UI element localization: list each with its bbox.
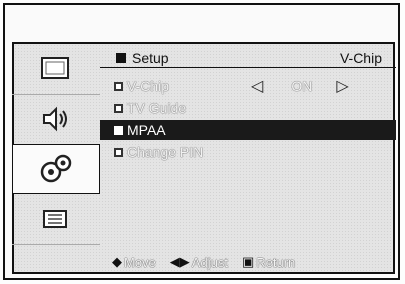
header-marker [116,53,126,63]
menu-item-label: MPAA [127,122,166,138]
menu-item-tv-guide[interactable]: TV Guide [100,98,396,118]
arrow-right-icon[interactable]: ▷ [336,76,348,96]
bullet-icon [114,81,123,91]
footer-move-label: Move [124,254,156,270]
menu-item-label: V-Chip [127,78,170,94]
return-icon: ▣ [241,254,255,269]
footer-adjust: ◀▶ Adjust [170,254,228,270]
tab-setup[interactable] [12,144,100,194]
bullet-icon [114,125,123,135]
menu-header: Setup V-Chip [100,48,396,68]
tab-input[interactable] [12,194,100,245]
arrow-left-icon[interactable]: ◁ [251,76,263,96]
sound-icon [43,106,67,132]
menu-item-change-pin[interactable]: Change PIN [100,142,396,162]
picture-icon [41,57,69,79]
menu-tabs [12,44,100,252]
footer-move: ◆ Move [112,254,156,270]
menu-item-label: Change PIN [127,144,204,160]
setup-icon [40,154,72,183]
footer-adjust-label: Adjust [191,254,228,270]
input-icon [43,210,67,228]
tab-sound[interactable] [12,94,100,145]
bullet-icon [114,147,123,157]
vchip-value: ON [291,78,313,94]
footer-help: ◆ Move ◀▶ Adjust ▣ Return [100,252,396,272]
tab-picture[interactable] [12,44,100,95]
menu-item-mpaa[interactable]: MPAA [100,120,396,140]
updown-icon: ◆ [112,254,122,269]
header-divider [100,67,396,68]
menu-item-vchip[interactable]: V-Chip ◁ ON ▷ [100,76,396,96]
bullet-icon [114,103,123,113]
leftright-icon: ◀▶ [169,254,190,269]
top-band [5,5,398,42]
current-item: V-Chip [339,50,382,66]
footer-return-label: Return [256,254,296,270]
footer-return: ▣ Return [242,254,295,270]
menu-title: Setup [132,50,169,66]
menu-item-label: TV Guide [127,100,187,116]
